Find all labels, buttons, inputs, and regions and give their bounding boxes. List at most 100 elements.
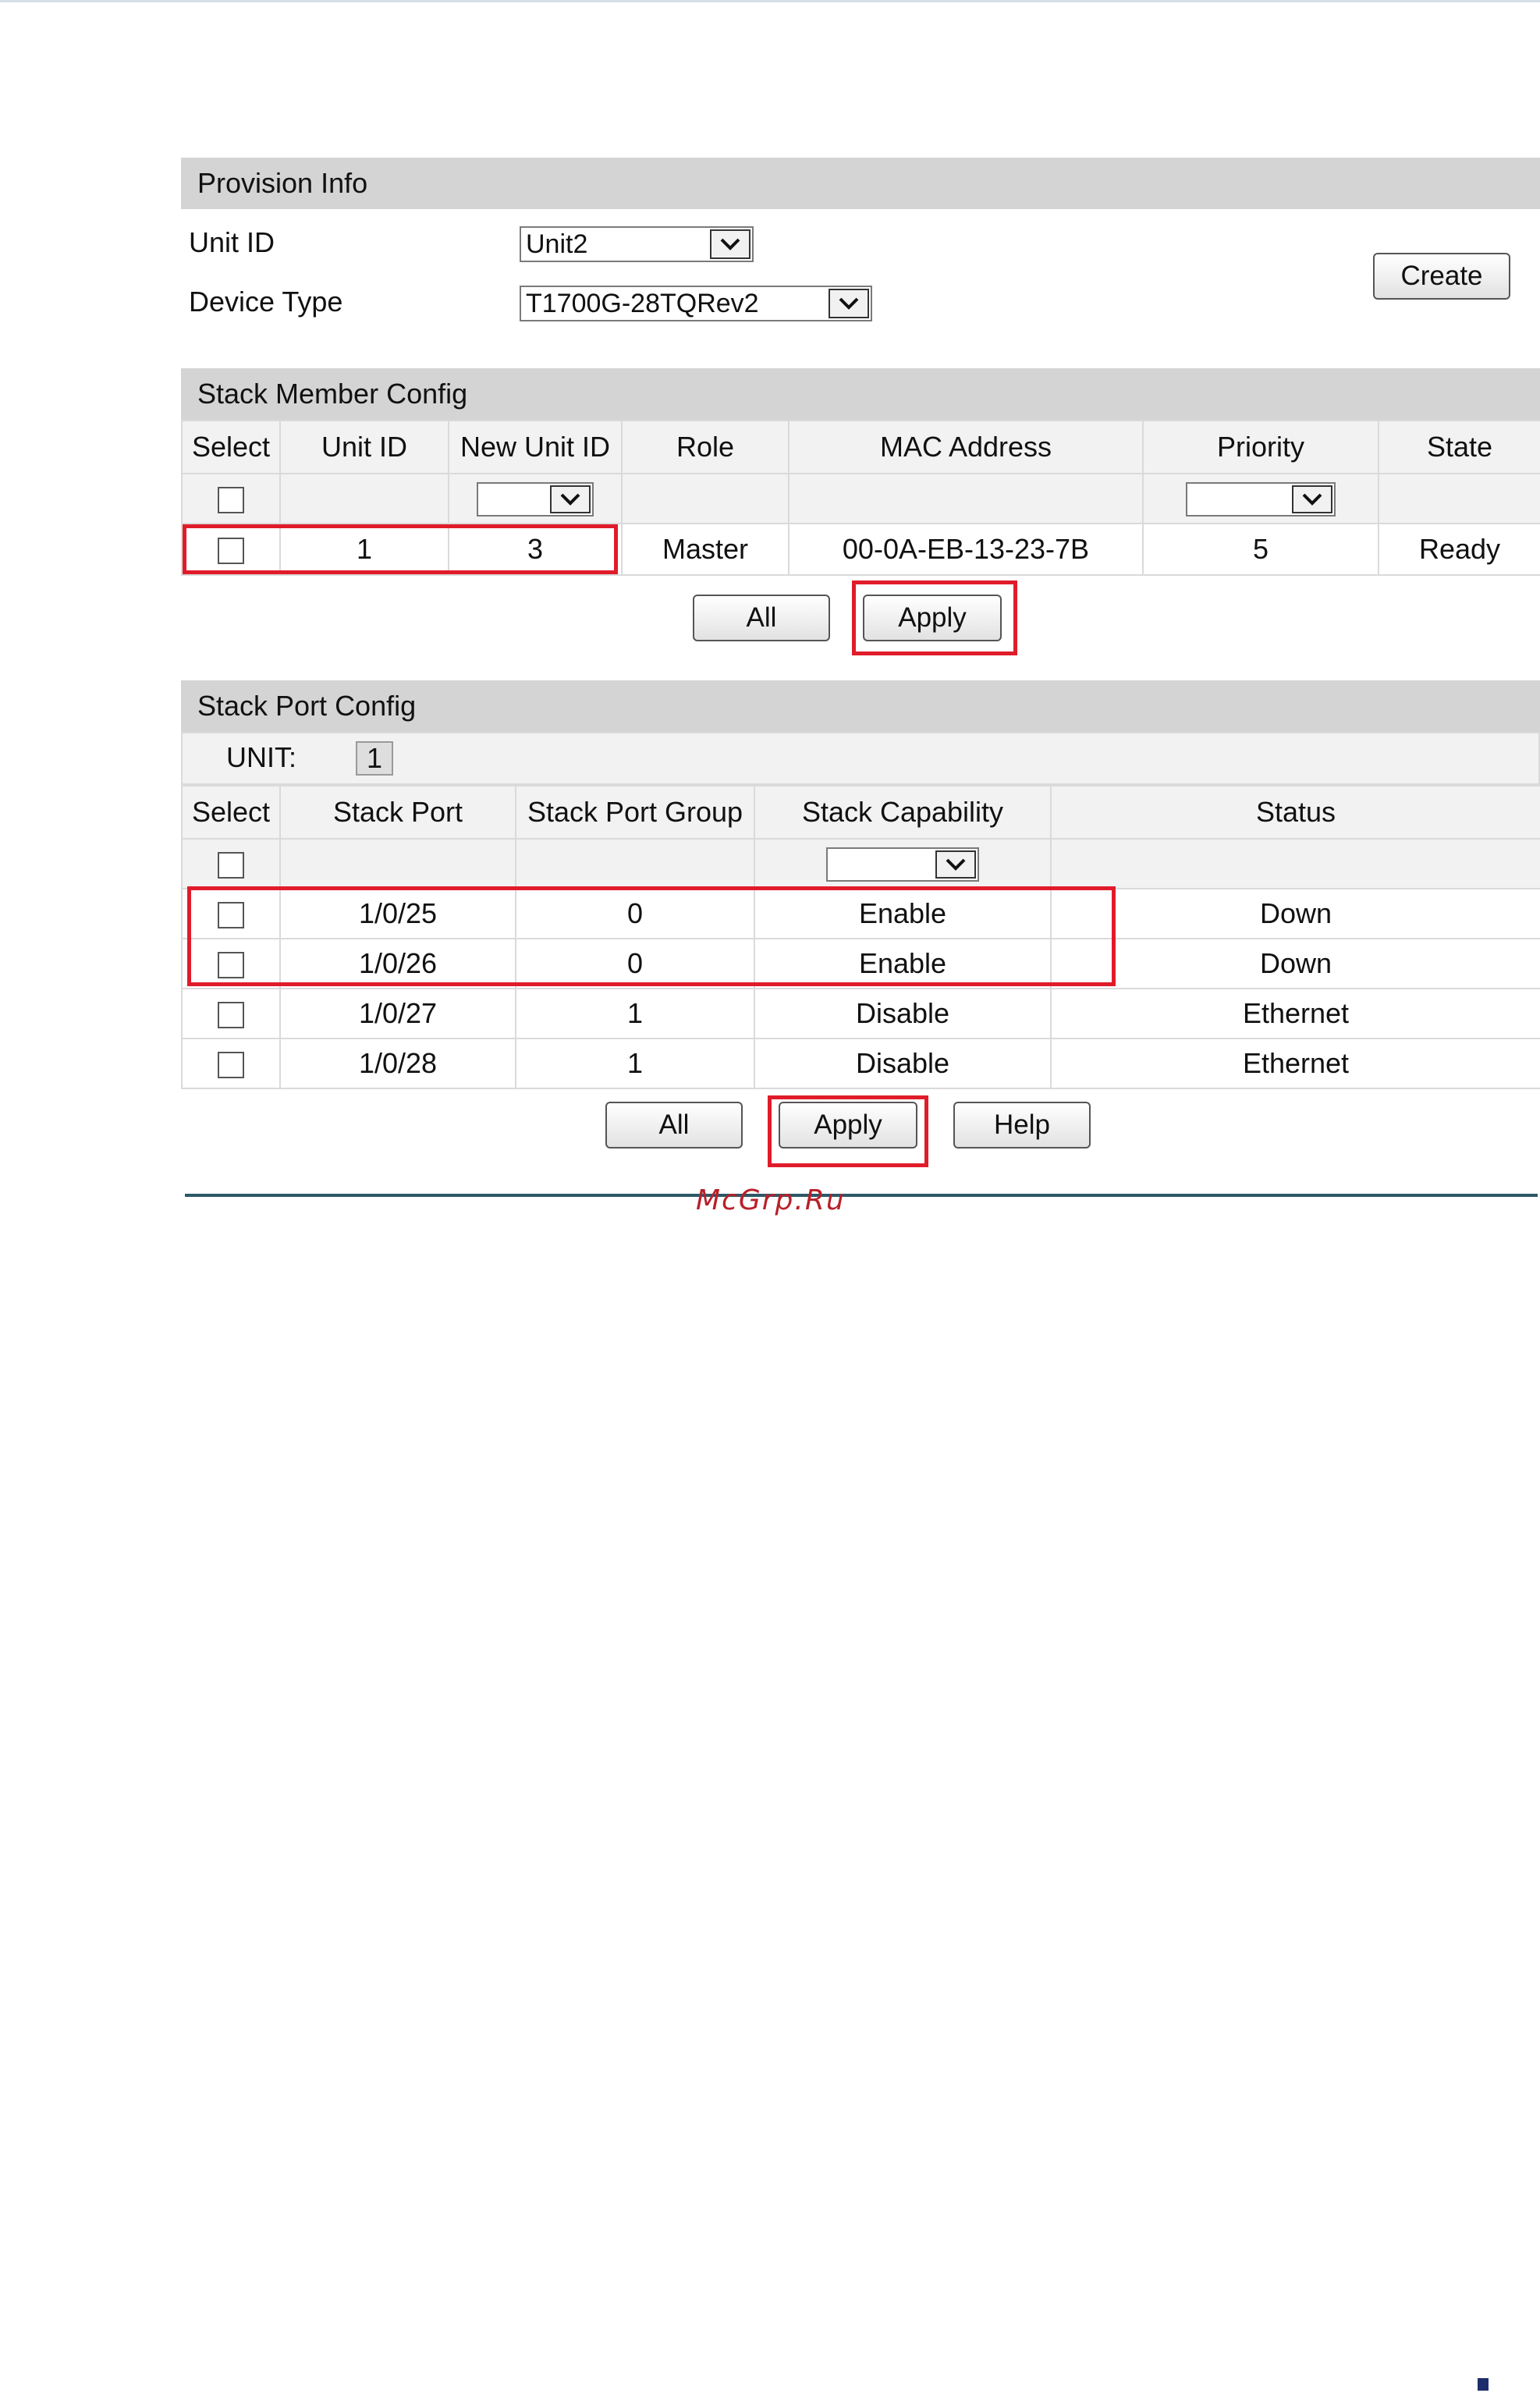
unit-row: UNIT: 1 [181, 732, 1540, 785]
stack-port-header-row: Select Stack Port Stack Port Group Stack… [181, 785, 1540, 840]
top-rule [0, 0, 1540, 2]
unit-id-value: Unit2 [526, 229, 588, 259]
table-row: 1/0/25 0 Enable Down [181, 888, 1540, 939]
select-all-cell [181, 473, 281, 524]
stack-port-cell: 1/0/28 [279, 1038, 516, 1089]
create-button[interactable]: Create [1373, 253, 1510, 300]
stack-port-config-title: Stack Port Config [197, 690, 417, 722]
col-header-status: Status [1050, 785, 1540, 840]
table-row: 1 3 Master 00-0A-EB-13-23-7B 5 Ready [181, 523, 1540, 576]
col-header-new-unit-id: New Unit ID [448, 420, 623, 474]
port-help-label: Help [994, 1109, 1050, 1140]
select-all-checkbox[interactable] [218, 852, 244, 879]
create-button-label: Create [1400, 261, 1483, 291]
table-row: 1/0/28 1 Disable Ethernet [181, 1038, 1540, 1089]
row-select-cell [181, 523, 281, 576]
priority-filter-select[interactable] [1186, 481, 1336, 517]
stack-port-group-cell: 0 [515, 938, 755, 989]
port-apply-button[interactable]: Apply [779, 1102, 917, 1149]
priority-cell: 5 [1142, 523, 1379, 576]
row-checkbox[interactable] [218, 538, 244, 565]
row-select-cell [181, 1038, 281, 1089]
row-checkbox[interactable] [218, 952, 244, 979]
new-unit-id-cell: 3 [448, 523, 623, 576]
stack-member-filter-row [181, 473, 1540, 524]
stack-member-header-row: Select Unit ID New Unit ID Role MAC Addr… [181, 420, 1540, 474]
col-header-stack-capability: Stack Capability [754, 785, 1052, 840]
device-type-label: Device Type [189, 286, 343, 318]
page-corner-mark [1478, 2378, 1489, 2391]
new-unit-id-filter-select[interactable] [477, 481, 594, 517]
provision-info-title: Provision Info [197, 167, 368, 199]
stack-port-cell: 1/0/27 [279, 988, 516, 1039]
port-all-button[interactable]: All [605, 1102, 743, 1149]
chevron-down-icon [1292, 485, 1332, 513]
port-apply-label: Apply [814, 1109, 882, 1140]
unit-label: UNIT: [226, 741, 296, 773]
stack-member-config-header: Stack Member Config [181, 368, 1540, 420]
footer-divider [185, 1194, 1538, 1197]
stack-port-table: Select Stack Port Stack Port Group Stack… [181, 785, 1540, 1089]
member-apply-button[interactable]: Apply [863, 595, 1002, 641]
unit-id-select[interactable]: Unit2 [520, 226, 754, 262]
unit-tab-value: 1 [366, 742, 383, 774]
table-row: 1/0/27 1 Disable Ethernet [181, 988, 1540, 1039]
status-cell: Ethernet [1050, 1038, 1540, 1089]
col-header-stack-port: Stack Port [279, 785, 516, 840]
stack-capability-cell: Disable [754, 988, 1052, 1039]
stack-port-cell: 1/0/26 [279, 938, 516, 989]
device-type-select[interactable]: T1700G-28TQRev2 [520, 286, 872, 321]
unit-tab[interactable]: 1 [356, 741, 393, 776]
row-checkbox[interactable] [218, 902, 244, 929]
select-all-checkbox[interactable] [218, 487, 244, 514]
filter-cell-empty [1378, 473, 1540, 524]
stack-port-cell: 1/0/25 [279, 888, 516, 939]
stack-port-group-cell: 1 [515, 1038, 755, 1089]
stack-capability-filter-select[interactable] [826, 847, 979, 882]
watermark-text: McGrp.Ru [696, 1184, 846, 1216]
stack-port-config-panel: Stack Port Config UNIT: 1 Select Stack P… [181, 680, 1540, 1172]
stack-capability-cell: Enable [754, 888, 1052, 939]
col-header-select: Select [181, 420, 281, 474]
col-header-priority: Priority [1142, 420, 1379, 474]
stack-port-group-cell: 0 [515, 888, 755, 939]
table-row: 1/0/26 0 Enable Down [181, 938, 1540, 989]
port-all-label: All [658, 1109, 690, 1140]
col-header-mac-address: MAC Address [788, 420, 1144, 474]
member-all-label: All [746, 602, 777, 633]
col-header-state: State [1378, 420, 1540, 474]
member-apply-label: Apply [898, 602, 967, 633]
state-cell: Ready [1378, 523, 1540, 576]
stack-capability-filter-cell [754, 838, 1052, 889]
row-select-cell [181, 938, 281, 989]
col-header-select: Select [181, 785, 281, 840]
filter-cell-empty [515, 838, 755, 889]
mac-address-cell: 00-0A-EB-13-23-7B [788, 523, 1144, 576]
stack-capability-cell: Enable [754, 938, 1052, 989]
chevron-down-icon [710, 229, 750, 259]
stack-capability-cell: Disable [754, 1038, 1052, 1089]
unit-id-cell: 1 [279, 523, 449, 576]
priority-filter-cell [1142, 473, 1379, 524]
row-select-cell [181, 988, 281, 1039]
filter-cell-empty [279, 473, 449, 524]
filter-cell-empty [621, 473, 790, 524]
stack-member-config-title: Stack Member Config [197, 378, 468, 410]
row-checkbox[interactable] [218, 1052, 244, 1079]
filter-cell-empty [279, 838, 516, 889]
chevron-down-icon [550, 485, 591, 513]
col-header-unit-id: Unit ID [279, 420, 449, 474]
role-cell: Master [621, 523, 790, 576]
filter-cell-empty [788, 473, 1144, 524]
status-cell: Ethernet [1050, 988, 1540, 1039]
provision-info-panel: Provision Info Unit ID Unit2 Device Type… [181, 158, 1540, 345]
member-all-button[interactable]: All [693, 595, 830, 641]
new-unit-id-filter-cell [448, 473, 623, 524]
stack-port-group-cell: 1 [515, 988, 755, 1039]
status-cell: Down [1050, 888, 1540, 939]
row-checkbox[interactable] [218, 1002, 244, 1029]
port-help-button[interactable]: Help [953, 1102, 1091, 1149]
status-cell: Down [1050, 938, 1540, 989]
col-header-stack-port-group: Stack Port Group [515, 785, 755, 840]
stack-port-config-header: Stack Port Config [181, 680, 1540, 732]
